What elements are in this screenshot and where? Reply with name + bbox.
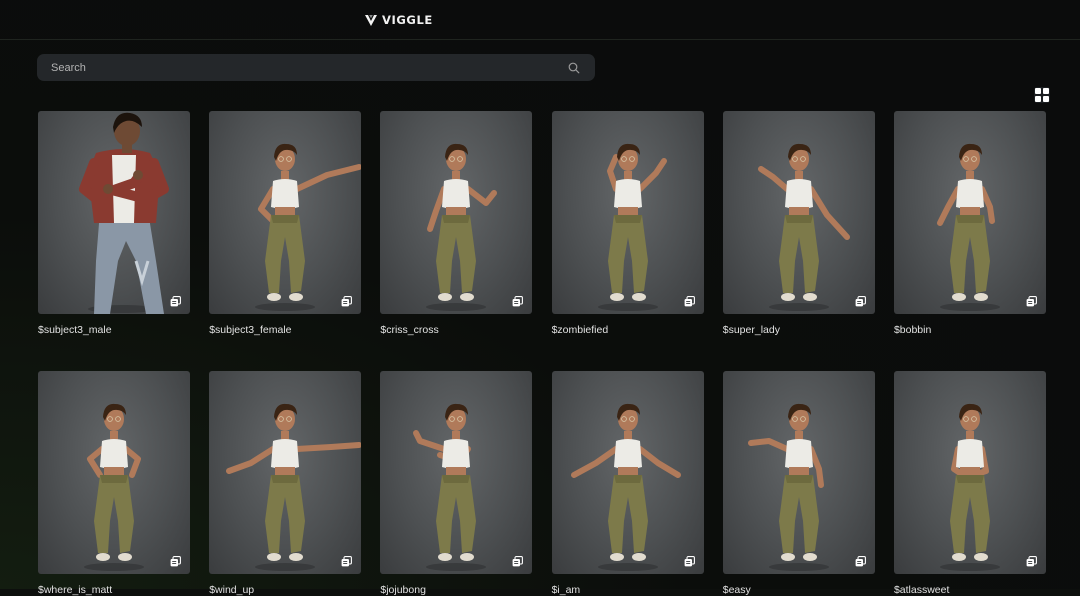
copy-icon[interactable] (170, 294, 181, 307)
template-label: $easy (722, 584, 751, 596)
template-label: $super_lady (722, 324, 780, 336)
copy-icon[interactable] (1026, 294, 1037, 307)
grid-view-icon[interactable] (1034, 87, 1050, 103)
template-label: $where_is_matt (38, 584, 113, 596)
template-thumbnail[interactable] (722, 111, 875, 314)
template-label: $zombiefied (551, 324, 609, 336)
copy-icon[interactable] (855, 554, 866, 567)
search-bar[interactable] (37, 54, 595, 81)
copy-icon[interactable] (341, 294, 353, 307)
template-label: $i_am (551, 584, 581, 596)
female-character-image (757, 143, 850, 311)
template-thumbnail[interactable] (38, 371, 190, 574)
copy-icon[interactable] (170, 554, 181, 567)
viggle-logo-icon (365, 14, 377, 26)
brand-name: VIGGLE (382, 13, 433, 27)
template-thumbnail[interactable] (893, 111, 1046, 314)
brand-logo[interactable]: VIGGLE (364, 12, 433, 28)
template-card[interactable]: $where_is_matt (38, 371, 190, 596)
female-character-image (226, 403, 362, 571)
template-card[interactable]: $wind_up (209, 371, 362, 596)
female-character-image (255, 143, 362, 311)
copy-icon[interactable] (512, 554, 524, 567)
female-character-image (747, 403, 829, 571)
template-card[interactable]: $atlassweet (893, 371, 1046, 596)
template-thumbnail[interactable] (722, 371, 875, 574)
female-character-image (936, 143, 1000, 311)
copy-icon[interactable] (684, 554, 695, 567)
template-card[interactable]: $zombiefied (551, 111, 704, 336)
template-card[interactable]: $i_am (551, 371, 704, 596)
template-label: $wind_up (209, 584, 255, 596)
top-navigation-bar: VIGGLE (0, 0, 1080, 40)
template-thumbnail[interactable] (551, 371, 704, 574)
template-label: $subject3_female (209, 324, 292, 336)
female-character-image (597, 143, 667, 311)
female-character-image (570, 403, 681, 571)
template-card[interactable]: $super_lady (722, 111, 875, 336)
female-character-image (413, 403, 487, 571)
template-thumbnail[interactable] (209, 111, 362, 314)
female-character-image (426, 143, 498, 311)
template-thumbnail[interactable] (380, 111, 533, 314)
template-card[interactable]: $bobbin (893, 111, 1046, 336)
template-thumbnail[interactable] (551, 111, 704, 314)
search-input[interactable] (51, 61, 567, 74)
template-thumbnail[interactable] (893, 371, 1046, 574)
female-character-image (939, 403, 1000, 571)
search-icon[interactable] (567, 61, 581, 75)
template-thumbnail[interactable] (38, 111, 190, 314)
copy-icon[interactable] (341, 554, 353, 567)
template-gallery: $subject3_male $subject3_female $criss_c… (38, 111, 1046, 596)
copy-icon[interactable] (1026, 554, 1037, 567)
template-label: $criss_cross (380, 324, 439, 336)
template-card[interactable]: $criss_cross (380, 111, 533, 336)
template-thumbnail[interactable] (209, 371, 362, 574)
template-card[interactable]: $subject3_female (209, 111, 362, 336)
template-label: $subject3_male (38, 324, 112, 336)
template-label: $bobbin (893, 324, 932, 336)
male-character-image (79, 112, 169, 314)
copy-icon[interactable] (855, 294, 866, 307)
copy-icon[interactable] (684, 294, 695, 307)
template-card[interactable]: $subject3_male (38, 111, 190, 336)
copy-icon[interactable] (512, 294, 524, 307)
template-label: $atlassweet (893, 584, 950, 596)
female-character-image (84, 403, 144, 571)
template-card[interactable]: $jojubong (380, 371, 533, 596)
template-thumbnail[interactable] (380, 371, 533, 574)
template-label: $jojubong (380, 584, 426, 596)
template-card[interactable]: $easy (722, 371, 875, 596)
